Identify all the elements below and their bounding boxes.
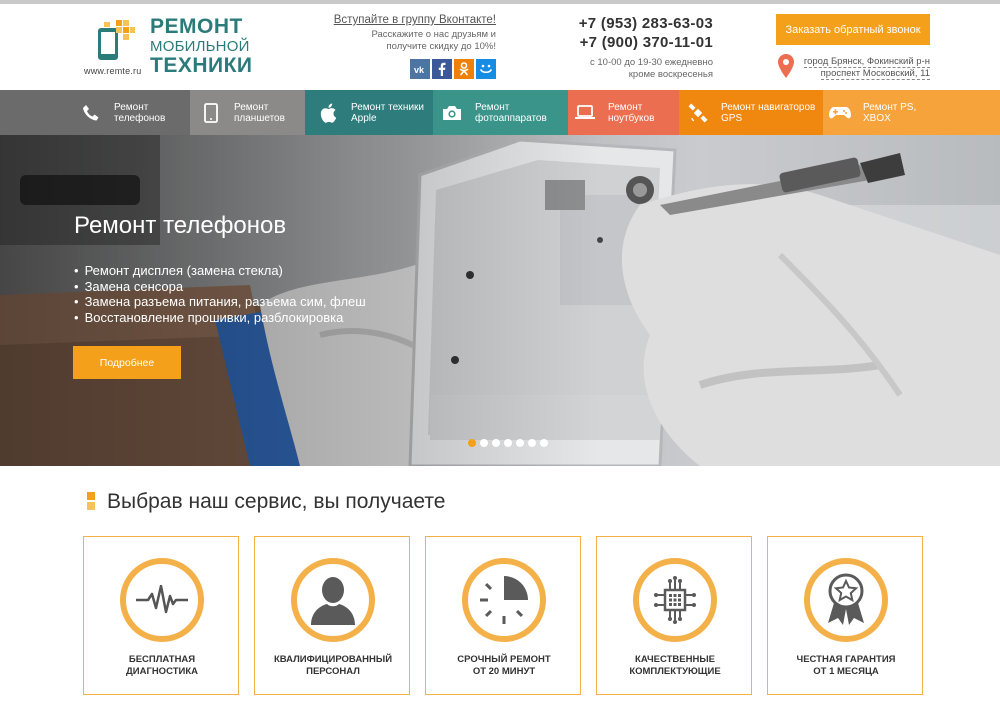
- logo-line-3: ТЕХНИКИ: [150, 54, 253, 77]
- satellite-icon: [687, 102, 709, 124]
- vk-group-link[interactable]: Вступайте в группу Вконтакте!: [320, 14, 496, 26]
- hero-bullet-list: Ремонт дисплея (замена стекла) Замена се…: [74, 263, 366, 325]
- slider-dot[interactable]: [540, 439, 548, 447]
- slider-dot[interactable]: [528, 439, 536, 447]
- slider-dot[interactable]: [504, 439, 512, 447]
- chip-icon: [633, 558, 717, 642]
- benefit-cards: БЕСПЛАТНАЯ ДИАГНОСТИКА КВАЛИФИЦИРОВАННЫЙ…: [83, 536, 923, 695]
- slider-dot[interactable]: [516, 439, 524, 447]
- benefit-card-diagnostics: БЕСПЛАТНАЯ ДИАГНОСТИКА: [83, 536, 239, 695]
- nav-item-tablets[interactable]: Ремонт планшетов: [190, 90, 305, 135]
- slider-dot[interactable]: [492, 439, 500, 447]
- clock-icon: [462, 558, 546, 642]
- nav-item-apple[interactable]: Ремонт техники Apple: [305, 90, 433, 135]
- facebook-icon[interactable]: [432, 59, 452, 79]
- working-hours: с 10-00 до 19-30 ежедневно кроме воскрес…: [560, 57, 713, 81]
- tablet-icon: [200, 102, 222, 124]
- award-icon: [804, 558, 888, 642]
- benefit-label: КВАЛИФИЦИРОВАННЫЙ ПЕРСОНАЛ: [273, 654, 393, 677]
- hero-bullet: Восстановление прошивки, разблокировка: [74, 310, 366, 326]
- logo-line-2: МОБИЛЬНОЙ: [150, 38, 250, 55]
- nav-item-gps[interactable]: Ремонт навигаторов GPS: [679, 90, 823, 135]
- slider-dots: [468, 439, 548, 447]
- nav-label-gps: Ремонт навигаторов GPS: [721, 101, 816, 124]
- nav-label-tablets: Ремонт планшетов: [234, 101, 285, 124]
- nav-label-phones: Ремонт телефонов: [114, 101, 166, 124]
- nav-item-cameras[interactable]: Ремонт фотоаппаратов: [433, 90, 568, 135]
- map-pin-icon: [778, 54, 794, 78]
- details-button[interactable]: Подробнее: [73, 346, 181, 379]
- heading-marker: [87, 492, 95, 512]
- address-line-2: проспект Московский, 11: [820, 68, 930, 80]
- nav-label-cameras: Ремонт фотоаппаратов: [475, 101, 547, 124]
- social-links: vk: [320, 59, 496, 79]
- benefit-card-warranty: ЧЕСТНАЯ ГАРАНТИЯ ОТ 1 МЕСЯЦА: [767, 536, 923, 695]
- vk-promo: Вступайте в группу Вконтакте! Расскажите…: [320, 14, 496, 79]
- person-icon: [291, 558, 375, 642]
- benefit-label: ЧЕСТНАЯ ГАРАНТИЯ ОТ 1 МЕСЯЦА: [796, 654, 896, 677]
- category-nav: Ремонт телефонов Ремонт планшетов Ремонт…: [0, 90, 1000, 135]
- gamepad-icon: [829, 102, 851, 124]
- svg-text:vk: vk: [414, 65, 425, 74]
- hero-bullet: Замена разъема питания, разъема сим, фле…: [74, 294, 366, 310]
- benefits-title: Выбрав наш сервис, вы получаете: [107, 490, 446, 513]
- nav-label-laptops: Ремонт ноутбуков: [608, 101, 655, 124]
- camera-icon: [441, 102, 463, 124]
- header: www.remte.ru РЕМОНТ МОБИЛЬНОЙ ТЕХНИКИ Вс…: [0, 4, 1000, 90]
- site-url: www.remte.ru: [84, 66, 142, 76]
- phone-2[interactable]: +7 (900) 370-11-01: [560, 33, 713, 52]
- odnoklassniki-icon[interactable]: [454, 59, 474, 79]
- nav-item-laptops[interactable]: Ремонт ноутбуков: [568, 90, 679, 135]
- hero-title: Ремонт телефонов: [74, 212, 287, 239]
- vk-promo-text: Расскажите о нас друзьям и получите скид…: [320, 29, 496, 53]
- vk-promo-line-2: получите скидку до 10%!: [386, 41, 496, 52]
- phone-icon: [80, 102, 102, 124]
- benefit-card-fast-repair: СРОЧНЫЙ РЕМОНТ ОТ 20 МИНУТ: [425, 536, 581, 695]
- address-text: город Брянск, Фокинский р-н проспект Мос…: [803, 56, 930, 80]
- callback-button[interactable]: Заказать обратный звонок: [776, 14, 930, 45]
- nav-label-apple: Ремонт техники Apple: [351, 101, 424, 124]
- slider-dot[interactable]: [468, 439, 476, 447]
- hero-slider: Ремонт телефонов Ремонт дисплея (замена …: [0, 135, 1000, 466]
- moimir-icon[interactable]: [476, 59, 496, 79]
- apple-icon: [317, 102, 339, 124]
- hero-bullet: Замена сенсора: [74, 279, 366, 295]
- address-line-1: город Брянск, Фокинский р-н: [803, 56, 930, 68]
- contact-phones: +7 (953) 283-63-03 +7 (900) 370-11-01 с …: [560, 14, 713, 81]
- pulse-icon: [120, 558, 204, 642]
- benefit-card-components: КАЧЕСТВЕННЫЕ КОМПЛЕКТУЮЩИЕ: [596, 536, 752, 695]
- benefit-label: СРОЧНЫЙ РЕМОНТ ОТ 20 МИНУТ: [457, 654, 551, 677]
- logo-line-1: РЕМОНТ: [150, 15, 243, 38]
- vk-promo-line-1: Расскажите о нас друзьям и: [371, 29, 496, 40]
- logo-text: РЕМОНТ МОБИЛЬНОЙ ТЕХНИКИ: [150, 16, 253, 76]
- slider-dot[interactable]: [480, 439, 488, 447]
- logo[interactable]: www.remte.ru РЕМОНТ МОБИЛЬНОЙ ТЕХНИКИ: [84, 16, 254, 80]
- vk-icon[interactable]: vk: [410, 59, 430, 79]
- nav-item-consoles[interactable]: Ремонт PS, XBOX: [823, 90, 1000, 135]
- hours-line-2: кроме воскресенья: [628, 69, 713, 80]
- hero-bullet: Ремонт дисплея (замена стекла): [74, 263, 366, 279]
- nav-label-consoles: Ремонт PS, XBOX: [863, 101, 917, 124]
- benefit-label: БЕСПЛАТНАЯ ДИАГНОСТИКА: [125, 654, 198, 677]
- hours-line-1: с 10-00 до 19-30 ежедневно: [590, 57, 713, 68]
- phone-1[interactable]: +7 (953) 283-63-03: [560, 14, 713, 33]
- laptop-icon: [574, 102, 596, 124]
- benefits-heading: Выбрав наш сервис, вы получаете: [87, 490, 445, 514]
- benefit-card-staff: КВАЛИФИЦИРОВАННЫЙ ПЕРСОНАЛ: [254, 536, 410, 695]
- benefit-label: КАЧЕСТВЕННЫЕ КОМПЛЕКТУЮЩИЕ: [629, 654, 721, 677]
- nav-item-phones[interactable]: Ремонт телефонов: [0, 90, 190, 135]
- logo-icon: [98, 20, 135, 60]
